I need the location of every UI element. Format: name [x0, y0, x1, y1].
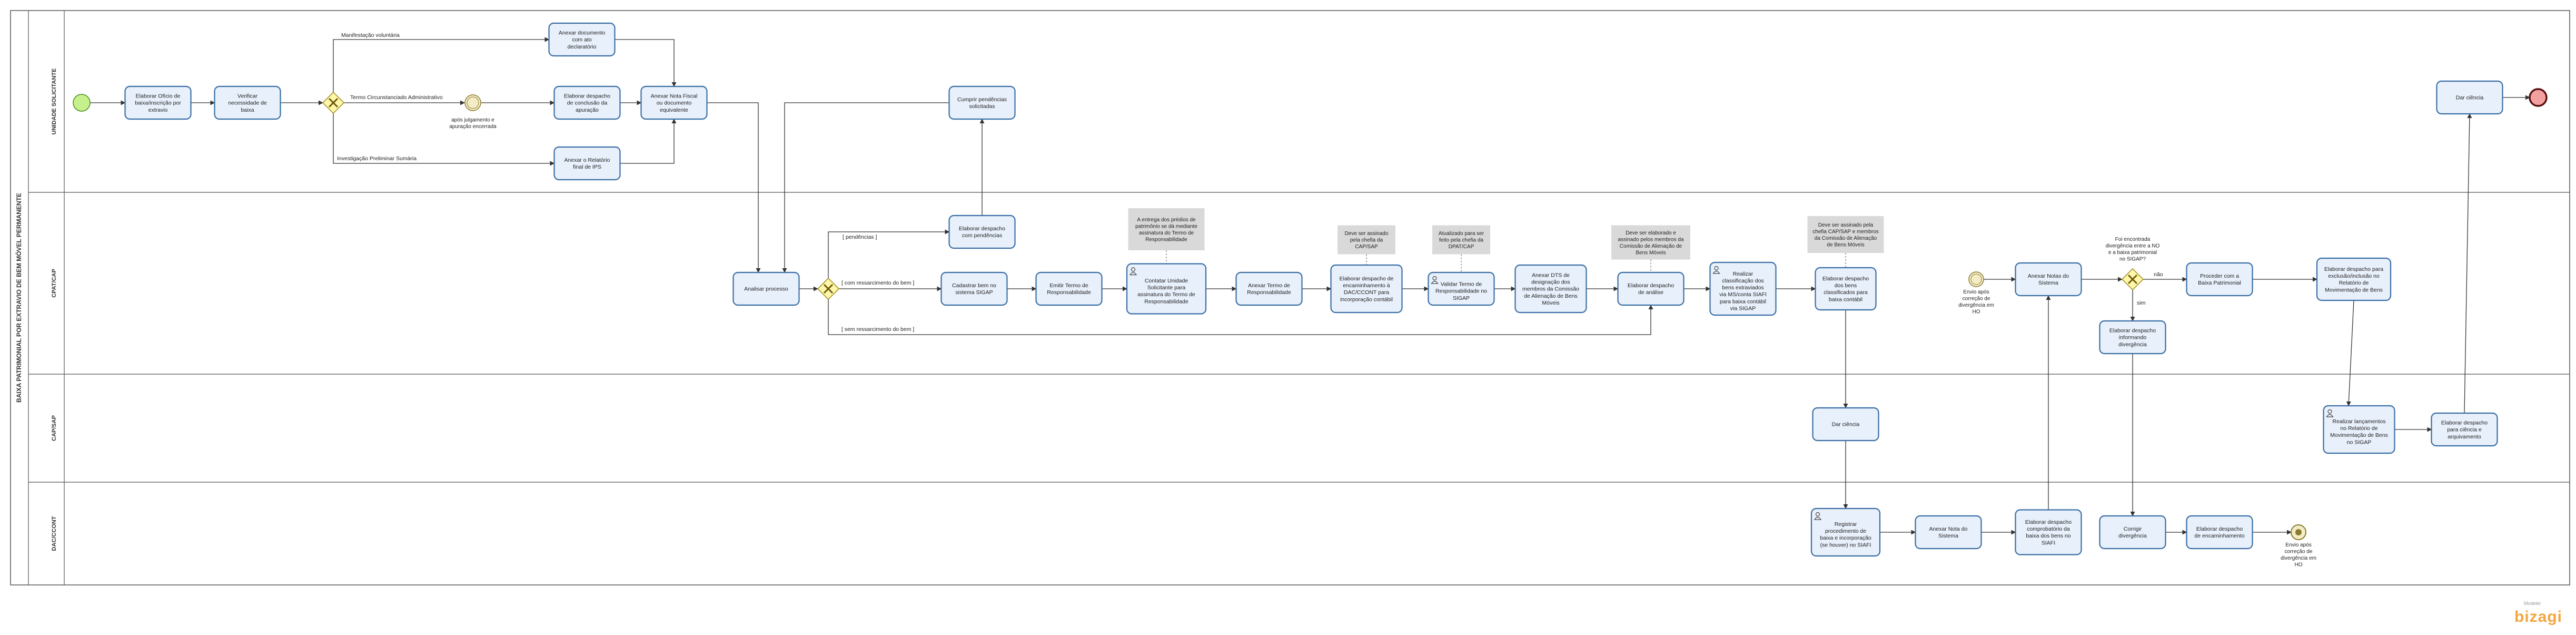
task-t8[interactable]: Dar ciência: [2436, 80, 2503, 115]
timer-event-label: após julgamento e apuração encerrada: [449, 117, 497, 130]
task-t22[interactable]: Elaborar despacho informando divergência: [2099, 320, 2166, 355]
task-t18[interactable]: Elaborar despacho de análise: [1617, 271, 1685, 306]
task-label: Emitir Termo de Responsabilidade: [1047, 282, 1091, 296]
task-t28[interactable]: Registrar procedimento de baixa e incorpor…: [1810, 507, 1881, 557]
task-label: Anexar Termo de Responsabilidade: [1247, 282, 1291, 296]
task-t17[interactable]: Anexar DTS de designação dos membros da Co…: [1514, 264, 1587, 314]
flow-label-termo: Termo Circunstanciado Administrativo: [350, 94, 443, 101]
flow-label-com_ressarcimento: [ com ressarcimento do bem ]: [841, 280, 914, 286]
task-t20[interactable]: Elaborar despacho dos bens classificados p…: [1815, 267, 1877, 311]
task-t30[interactable]: Elaborar despacho comprobatório da baixa d…: [2015, 509, 2082, 555]
task-t13[interactable]: Contatar Unidade Solicitante para assinatu…: [1126, 263, 1207, 315]
task-t1[interactable]: Elaborar Ofício de baixa/inscrição por ext…: [124, 85, 192, 120]
annotation-a4: Deve ser elaborado e assinado pelos membr…: [1611, 225, 1690, 260]
task-t15[interactable]: Elaborar despacho de encaminhamento à DAC/…: [1330, 264, 1403, 314]
logo-wordmark: bizagi: [2514, 608, 2563, 626]
task-label: Dar ciência: [2456, 95, 2484, 101]
lane-label-cp: CPAT/CAP: [51, 269, 57, 298]
task-t16[interactable]: Validar Termo de Responsabilidade no SIGAP: [1428, 271, 1495, 306]
task-t4[interactable]: Elaborar despacho de conclusão da apuração: [553, 85, 621, 120]
task-label: Elaborar despacho de encaminhamento à DAC/…: [1340, 276, 1394, 302]
task-label: Analisar processo: [744, 286, 788, 292]
task-t25[interactable]: Dar ciência: [1812, 407, 1879, 442]
task-label: Cadastrar bem no sistema SIGAP: [952, 282, 996, 296]
flow-label-sim: sim: [2137, 300, 2146, 306]
task-t2[interactable]: Verificar necessidade de baixa: [214, 85, 281, 120]
process-diagram: BAIXA PATRIMONIAL POR EXTRAVIO DE BEM MÓ…: [10, 10, 2570, 585]
pool-label: BAIXA PATRIMONIAL POR EXTRAVIO DE BEM MÓ…: [15, 193, 23, 403]
task-t11[interactable]: Cadastrar bem no sistema SIGAP: [940, 271, 1008, 306]
task-label: Elaborar despacho para ciência e arquivame…: [2441, 420, 2488, 440]
flow-label-pendencias: [ pendências ]: [843, 234, 877, 240]
task-t7[interactable]: Cumprir pendências solicitadas: [948, 85, 1016, 120]
task-label: Elaborar despacho dos bens classificados p…: [1822, 276, 1869, 302]
task-t27[interactable]: Elaborar despacho para ciência e arquivame…: [2431, 412, 2498, 447]
task-t26[interactable]: Realizar lançamentos no Relatório de Movim…: [2323, 405, 2395, 454]
annotation-a3: Atualizado para ser feito pela chefia da D…: [1432, 225, 1490, 255]
task-t19[interactable]: Realizar classificação dos bens extraviado…: [1709, 261, 1777, 316]
bizagi-logo: Modeler bizagi: [2514, 601, 2572, 632]
end-event: [2529, 88, 2548, 107]
task-t10[interactable]: Elaborar despacho com pendências: [948, 214, 1016, 249]
annotation-a5: Deve ser assinado pela chefia CAP/SAP e m…: [1807, 216, 1884, 253]
task-t3[interactable]: Anexar documento com ato declaratório: [548, 22, 616, 57]
task-label: Elaborar despacho com pendências: [959, 226, 1005, 239]
flow-label-manifestacao: Manifestação voluntária: [341, 32, 400, 38]
lane-label-ug: UNIDADE SOLICITANTE: [51, 69, 57, 135]
task-t29[interactable]: Anexar Nota do Sistema: [1915, 515, 1982, 550]
task-t23[interactable]: Proceder com a Baixa Patrimonial: [2186, 262, 2253, 297]
task-t21[interactable]: Anexar Notas do Sistema: [2015, 262, 2082, 297]
task-label: Proceder com a Baixa Patrimonial: [2198, 273, 2241, 286]
annotation-a1: A entrega dos prédios de patrimônio se dá…: [1128, 208, 1205, 250]
task-t31[interactable]: Corrigir divergência: [2099, 515, 2166, 550]
start-event: [73, 94, 91, 112]
task-label: Dar ciência: [1832, 422, 1860, 428]
task-t14[interactable]: Anexar Termo de Responsabilidade: [1235, 271, 1303, 306]
flow-label-investigacao: Investigação Preliminar Sumária: [337, 155, 417, 162]
flow-label-sem_ressarcimento: [ sem ressarcimento do bem ]: [841, 326, 914, 333]
flow-label-nao: não: [2154, 271, 2163, 278]
task-t5[interactable]: Anexar o Relatório final de IPS: [553, 146, 621, 181]
lane-label-dc: DAC/CCONT: [51, 516, 57, 551]
task-label: Elaborar despacho de encaminhamento: [2194, 526, 2244, 539]
task-t32[interactable]: Elaborar despacho de encaminhamento: [2186, 515, 2253, 550]
task-t6[interactable]: Anexar Nota Fiscal ou documento equivalent…: [640, 85, 708, 120]
task-t24[interactable]: Elaborar despacho para exclusão/inclusão …: [2316, 257, 2392, 301]
logo-subtitle: Modeler: [2524, 601, 2541, 606]
annotation-a2: Deve ser assinado pela chefia da CAP/SAP: [1337, 225, 1395, 255]
task-label: Contatar Unidade Solicitante para assinatu…: [1137, 278, 1195, 305]
task-t12[interactable]: Emitir Termo de Responsabilidade: [1035, 271, 1103, 306]
lane-label-ca: CAP/SAP: [51, 415, 57, 441]
task-t9[interactable]: Analisar processo: [732, 271, 800, 306]
